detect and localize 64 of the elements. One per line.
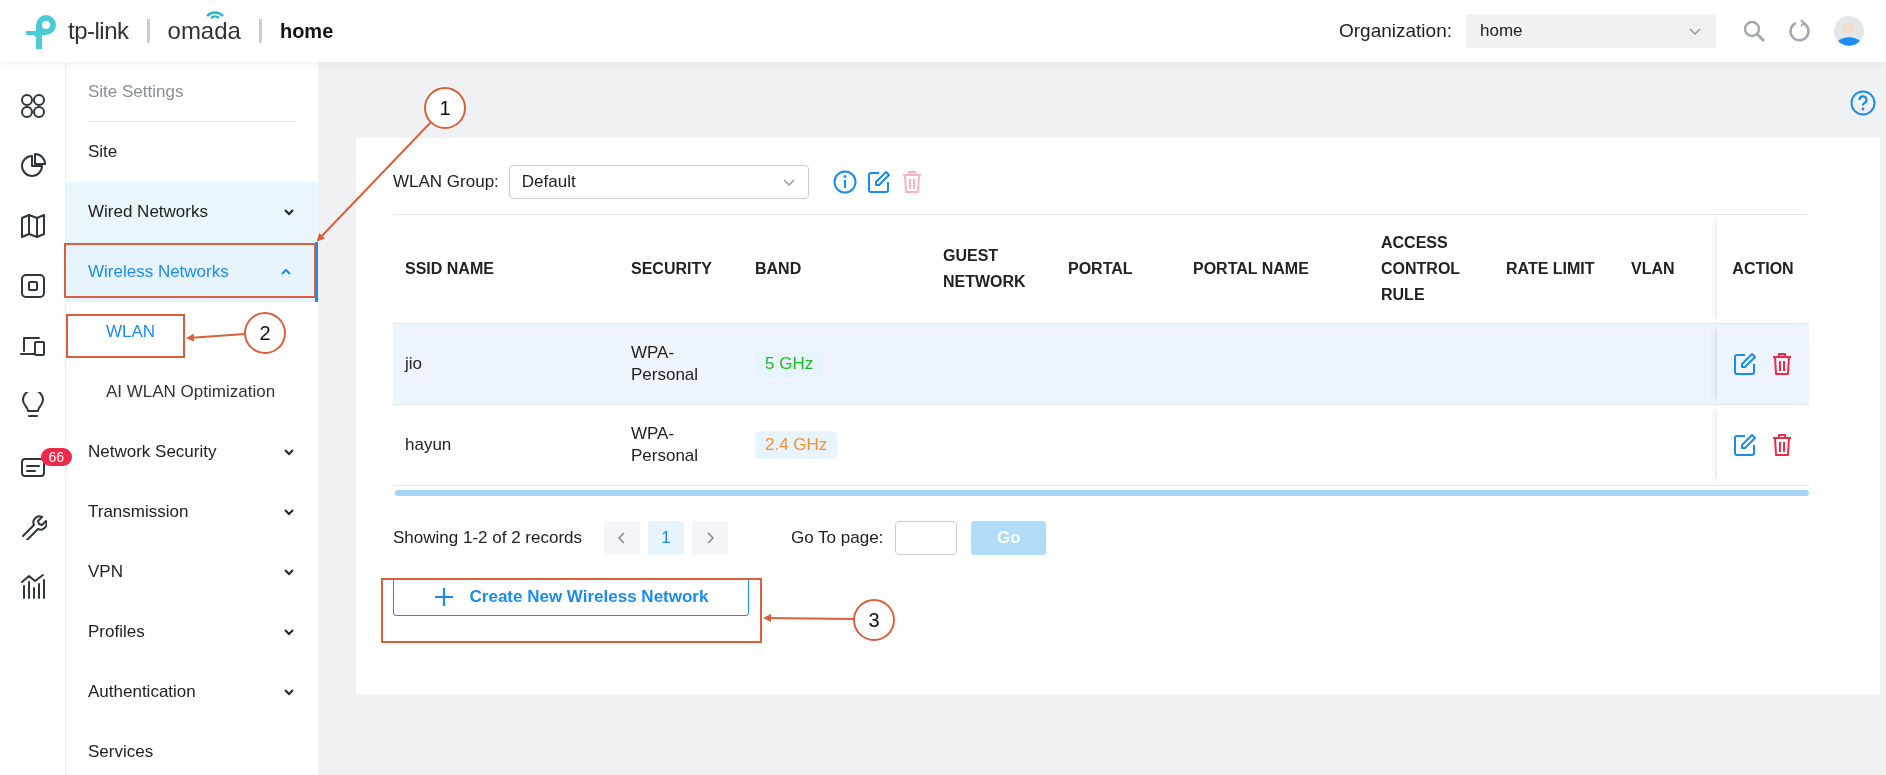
edit-icon[interactable]	[1733, 352, 1757, 376]
avatar-icon[interactable]	[1834, 16, 1864, 46]
sidebar-item[interactable]: VPN	[66, 542, 318, 602]
ssid-cell: hayun	[405, 435, 452, 455]
edit-icon[interactable]	[1733, 433, 1757, 457]
column-header: SSID NAME	[405, 259, 494, 279]
scrollbar[interactable]	[395, 490, 1809, 496]
chart-icon[interactable]	[18, 572, 47, 600]
annotation-arrow	[186, 333, 246, 342]
callout-marker: 1	[424, 87, 466, 129]
sidebar-item[interactable]: Profiles	[66, 602, 318, 662]
goto-page-label: Go To page:	[791, 528, 884, 548]
delete-icon[interactable]	[1771, 433, 1793, 457]
map-icon[interactable]	[18, 212, 47, 240]
sidebar-item[interactable]: Authentication	[66, 662, 318, 722]
previous-page-button[interactable]	[604, 521, 640, 555]
refresh-icon[interactable]	[1788, 19, 1812, 43]
apps-icon[interactable]	[18, 92, 47, 120]
sidebar-subitem[interactable]: AI WLAN Optimization	[106, 382, 276, 402]
ssid-cell: jio	[405, 354, 422, 374]
next-page-button[interactable]	[692, 521, 728, 555]
info-icon[interactable]	[832, 170, 857, 194]
search-icon[interactable]	[1742, 19, 1766, 43]
callout-marker: 3	[853, 599, 895, 641]
column-header: PORTAL NAME	[1193, 259, 1309, 279]
brand-name: tp-link	[68, 17, 129, 45]
column-header: ACTION	[1732, 259, 1794, 279]
help-icon[interactable]	[1850, 90, 1876, 116]
records-summary: Showing 1-2 of 2 records	[393, 528, 582, 548]
site-name: home	[279, 19, 334, 43]
security-cell-text: WPA-Personal	[631, 342, 700, 386]
table-row[interactable]: jio WPA-Personal 5 GHz	[393, 324, 1809, 405]
column-header: ACCESS CONTROL RULE	[1381, 233, 1461, 305]
column-header: GUEST NETWORK	[943, 246, 1027, 292]
security-cell-text: WPA-Personal	[631, 423, 700, 467]
device-icon[interactable]	[18, 272, 47, 300]
chevron-right-icon	[704, 531, 716, 545]
wlan-group-dropdown[interactable]: Default	[508, 165, 809, 199]
sidebar-item[interactable]: Wired Networks	[66, 182, 318, 242]
delete-icon[interactable]	[1771, 352, 1793, 376]
table-row[interactable]: hayun WPA-Personal 2.4 GHz	[393, 405, 1809, 486]
column-header: RATE LIMIT	[1506, 259, 1595, 279]
sidebar-title: Site Settings	[88, 81, 184, 102]
column-header: SECURITY	[631, 259, 712, 279]
band-tag: 5 GHz	[755, 350, 824, 378]
product-name: omada	[167, 17, 241, 45]
column-header: BAND	[755, 259, 802, 279]
page-input-field[interactable]	[895, 521, 958, 555]
edit-icon[interactable]	[866, 170, 891, 194]
column-header: PORTAL	[1068, 259, 1133, 279]
sidebar-item[interactable]: Site	[66, 122, 318, 182]
sidebar-item[interactable]: Transmission	[66, 482, 318, 542]
band-tag: 2.4 GHz	[755, 431, 838, 459]
sidebar-item[interactable]: Services	[66, 722, 318, 775]
wlan-group-label: WLAN Group:	[393, 172, 499, 192]
chevron-left-icon	[616, 531, 628, 545]
sidebar-subitem[interactable]: WLAN	[106, 322, 156, 342]
pie-icon[interactable]	[18, 152, 47, 180]
notification-badge: 66	[40, 448, 73, 466]
organization-dropdown[interactable]: home	[1466, 14, 1716, 48]
plus-icon	[433, 587, 454, 607]
callout-marker: 2	[244, 312, 286, 354]
column-header: VLAN	[1631, 259, 1675, 279]
organization-label: Organization:	[1339, 20, 1452, 42]
